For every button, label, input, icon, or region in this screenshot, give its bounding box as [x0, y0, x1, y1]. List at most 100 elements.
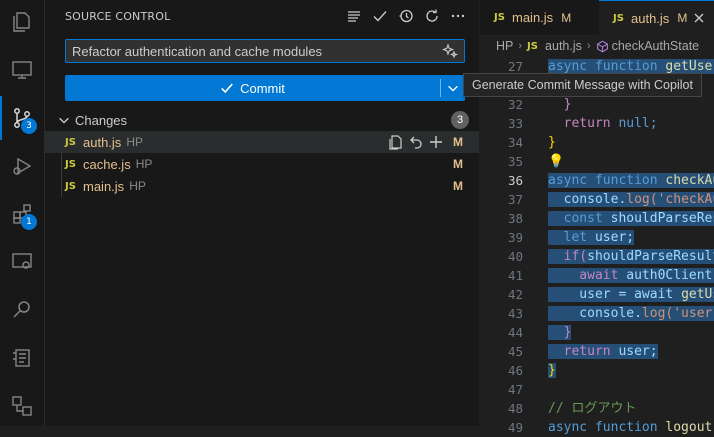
code-line: 44 } — [480, 323, 714, 342]
commit-message-box — [65, 39, 465, 63]
scm-toolbar — [344, 6, 467, 26]
lightbulb-icon[interactable]: 💡 — [548, 154, 564, 169]
breadcrumb-folder[interactable]: HP — [496, 39, 513, 53]
commit-label: Commit — [240, 80, 285, 96]
line-number: 43 — [507, 306, 523, 321]
code-text: if( — [548, 249, 588, 264]
code-line: 37 console.log('checkAu — [480, 190, 714, 209]
commit-message-input[interactable] — [66, 40, 426, 62]
code-text: console. — [548, 192, 627, 207]
scm-badge: 3 — [21, 118, 37, 134]
line-number: 40 — [507, 249, 523, 264]
source-control-icon[interactable]: 3 — [0, 96, 44, 140]
commit-button[interactable]: Commit — [65, 75, 465, 101]
line-number: 33 — [507, 116, 523, 131]
line-number: 32 — [507, 97, 523, 112]
code-text: getUs — [681, 287, 714, 302]
explorer-icon[interactable] — [0, 0, 44, 44]
commit-check-icon[interactable] — [370, 6, 389, 26]
js-file-icon: JS — [613, 12, 624, 24]
line-number: 36 — [507, 173, 523, 188]
code-line: 32 } — [480, 95, 714, 114]
breadcrumb-file[interactable]: auth.js — [545, 39, 582, 53]
file-name: auth.js — [83, 134, 122, 150]
commit-main-button[interactable]: Commit — [65, 75, 440, 101]
file-name: main.js — [83, 178, 125, 194]
code-text: shouldParseRes — [610, 211, 714, 226]
stage-changes-icon[interactable] — [428, 134, 444, 150]
code-text: user = await — [548, 287, 682, 302]
editor-tabs: JS main.js M JS auth.js M — [480, 0, 714, 35]
containers-icon[interactable] — [0, 384, 44, 428]
search-icon[interactable] — [0, 288, 44, 332]
change-item-main-js[interactable]: JS main.js HP M — [45, 175, 479, 197]
code-line: 40 if(shouldParseResult — [480, 247, 714, 266]
code-line: 34} — [480, 133, 714, 152]
code-text: // ログアウト — [548, 401, 637, 416]
file-folder: HP — [135, 157, 153, 171]
code-text: return — [548, 344, 619, 359]
file-folder: HP — [126, 135, 143, 149]
line-number: 48 — [507, 401, 523, 416]
code-line: 49 async function logout — [480, 418, 714, 437]
code-line: 42 user = await getUs — [480, 285, 714, 304]
line-number: 38 — [507, 211, 523, 226]
file-status: M — [453, 157, 463, 171]
file-folder: HP — [129, 179, 146, 193]
file-status: M — [453, 179, 463, 193]
commit-dropdown-button[interactable] — [441, 75, 465, 101]
breadcrumb-symbol[interactable]: checkAuthState — [612, 39, 700, 53]
line-number: 34 — [507, 135, 523, 150]
copilot-sparkle-icon[interactable] — [442, 43, 458, 59]
change-item-cache-js[interactable]: JS cache.js HP M — [45, 153, 479, 175]
changes-group-header[interactable]: Changes 3 — [57, 110, 469, 130]
code-text: async function — [548, 420, 666, 435]
js-file-icon: JS — [65, 158, 76, 170]
code-text: let — [548, 230, 595, 245]
extensions-icon[interactable]: 1 — [0, 192, 44, 236]
code-text: user; — [594, 230, 635, 245]
code-line: 41 await auth0Client. — [480, 266, 714, 285]
view-as-list-icon[interactable] — [344, 6, 363, 26]
copilot-tooltip: Generate Commit Message with Copilot — [463, 73, 702, 97]
remote-window-icon[interactable] — [0, 240, 44, 284]
code-text: null; — [618, 116, 658, 131]
close-icon[interactable] — [693, 12, 705, 24]
more-actions-icon[interactable] — [448, 6, 467, 26]
breadcrumb: HP › JS auth.js › checkAuthState — [480, 35, 714, 57]
code-line: 33 return null; — [480, 114, 714, 133]
refresh-icon[interactable] — [422, 6, 441, 26]
line-number: 39 — [507, 230, 523, 245]
extensions-badge: 1 — [21, 214, 37, 230]
remote-explorer-icon[interactable] — [0, 48, 44, 92]
code-line: 46} — [480, 361, 714, 380]
line-number: 46 — [507, 363, 523, 378]
code-line: 43 console.log('user' — [480, 304, 714, 323]
tab-main-js[interactable]: JS main.js M — [480, 0, 598, 35]
line-number: 35 — [507, 154, 523, 169]
activity-bar: 3 1 — [0, 0, 45, 426]
testing-icon[interactable] — [0, 336, 44, 380]
chevron-right-icon: › — [586, 40, 591, 52]
code-text: async function — [548, 173, 666, 188]
line-number: 41 — [507, 268, 523, 283]
js-file-icon: JS — [527, 40, 538, 52]
history-icon[interactable] — [396, 6, 415, 26]
chevron-down-icon — [59, 117, 69, 124]
code-text: } — [548, 135, 556, 150]
code-line: 36 async function checkAu — [480, 171, 714, 190]
code-text: } — [548, 97, 572, 112]
file-status: M — [453, 135, 463, 149]
tab-label: main.js — [512, 10, 554, 25]
code-line: 39 let user; — [480, 228, 714, 247]
code-text: auth0Client. — [626, 268, 714, 283]
open-file-icon[interactable] — [388, 134, 404, 150]
run-debug-icon[interactable] — [0, 144, 44, 188]
line-number: 44 — [507, 325, 523, 340]
code-text: checkAu — [665, 173, 714, 188]
line-number: 37 — [507, 192, 523, 207]
change-item-auth-js[interactable]: JS auth.js HP M — [45, 131, 479, 153]
code-text: } — [548, 325, 572, 340]
tab-auth-js[interactable]: JS auth.js M — [599, 0, 714, 35]
discard-changes-icon[interactable] — [408, 134, 424, 150]
